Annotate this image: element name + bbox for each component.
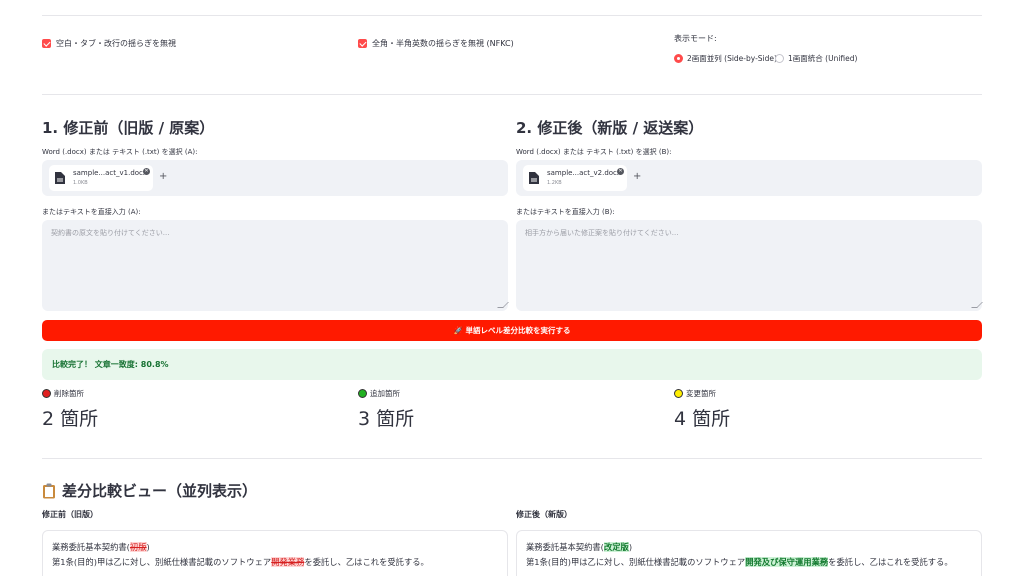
diff-text: ) <box>146 542 150 552</box>
red-circle-icon <box>42 389 51 398</box>
ignore-whitespace-label: 空白・タブ・改行の揺らぎを無視 <box>56 39 176 48</box>
diff-text: 第1条(目的)甲は乙に対し、別紙仕様書記載のソフトウェア <box>52 557 272 567</box>
remove-file-icon[interactable]: ✕ <box>617 168 624 175</box>
inserted-text: 開発及び保守運用業務 <box>745 557 829 567</box>
success-text: 比較完了！ 文章一致度: 80.8% <box>52 360 169 369</box>
top-divider <box>42 15 982 16</box>
file-icon <box>529 172 539 184</box>
yellow-circle-icon <box>674 389 683 398</box>
before-section-title: 1. 修正前（旧版 / 原案） <box>42 119 215 137</box>
ignore-whitespace-checkbox[interactable]: 空白・タブ・改行の揺らぎを無視 <box>42 38 176 49</box>
after-file-chip: sample...act_v2.docx 1.2KB ✕ <box>523 165 627 191</box>
run-diff-button[interactable]: 🚀 単語レベル差分比較を実行する <box>42 320 982 341</box>
ignore-width-checkbox[interactable]: 全角・半角英数の揺らぎを無視 (NFKC) <box>358 38 514 49</box>
options-row: 空白・タブ・改行の揺らぎを無視 全角・半角英数の揺らぎを無視 (NFKC) 表示… <box>42 34 982 76</box>
added-value: 3 箇所 <box>358 408 415 430</box>
diff-text: を委託し、乙はこれを受託する。 <box>304 557 429 567</box>
mode-unified-label: 1画面統合 (Unified) <box>788 54 858 63</box>
file-icon <box>55 172 65 184</box>
inserted-text: 改定版 <box>603 542 629 552</box>
diff-text: 業務委託基本契約書( <box>526 542 604 552</box>
right-column-head: 修正後（新版） <box>516 510 572 519</box>
changed-value: 4 箇所 <box>674 408 731 430</box>
deleted-text: 初版 <box>129 542 147 552</box>
ignore-width-label: 全角・半角英数の揺らぎを無視 (NFKC) <box>372 39 514 48</box>
clipboard-icon <box>43 483 55 498</box>
diff-line: 業務委託基本契約書(初版) <box>52 540 498 555</box>
after-file-uploader[interactable]: sample...act_v2.docx 1.2KB ✕ + <box>516 160 982 196</box>
before-file-uploader[interactable]: sample...act_v1.docx 1.0KB ✕ + <box>42 160 508 196</box>
added-label: 追加箇所 <box>370 389 400 398</box>
deleted-label: 削除箇所 <box>54 389 84 398</box>
diff-text: 業務委託基本契約書( <box>52 542 130 552</box>
checkbox-checked-icon <box>358 39 367 48</box>
right-diff-pane: 業務委託基本契約書(改定版) 第1条(目的)甲は乙に対し、別紙仕様書記載のソフト… <box>516 530 982 576</box>
left-column-head: 修正前（旧版） <box>42 510 98 519</box>
diff-line: 第1条(目的)甲は乙に対し、別紙仕様書記載のソフトウェア開発業務を委託し、乙はこ… <box>52 555 498 570</box>
mode-side-label: 2画面並列 (Side-by-Side) <box>687 54 777 63</box>
after-file-size: 1.2KB <box>547 180 562 186</box>
mode-side-radio[interactable]: 2画面並列 (Side-by-Side) <box>674 53 777 64</box>
diff-text: を委託し、乙はこれを受託する。 <box>828 557 953 567</box>
after-file-name: sample...act_v2.docx <box>547 169 622 177</box>
deleted-text: 開発業務 <box>271 557 305 567</box>
after-file-label: Word (.docx) または テキスト (.txt) を選択 (B): <box>516 148 672 156</box>
diff-text: ) <box>628 542 633 552</box>
before-file-label: Word (.docx) または テキスト (.txt) を選択 (A): <box>42 148 198 156</box>
options-divider <box>42 94 982 95</box>
after-text-input[interactable] <box>516 220 982 311</box>
mode-unified-radio[interactable]: 1画面統合 (Unified) <box>775 53 857 64</box>
metric-changed: 変更箇所 4 箇所 <box>674 388 730 431</box>
after-section-title: 2. 修正後（新版 / 返送案） <box>516 119 704 137</box>
diff-line: 第1条(目的)甲は乙に対し、別紙仕様書記載のソフトウェア開発及び保守運用業務を委… <box>526 555 972 570</box>
metrics-divider <box>42 458 982 459</box>
after-text-label: またはテキストを直接入力 (B): <box>516 208 615 216</box>
metric-added: 追加箇所 3 箇所 <box>358 388 414 431</box>
remove-file-icon[interactable]: ✕ <box>143 168 150 175</box>
green-circle-icon <box>358 389 367 398</box>
before-file-name: sample...act_v1.docx <box>73 169 148 177</box>
diff-view-title: 差分比較ビュー（並列表示） <box>42 480 257 501</box>
before-text-input[interactable] <box>42 220 508 311</box>
radio-unselected-icon <box>775 54 784 63</box>
before-file-chip: sample...act_v1.docx 1.0KB ✕ <box>49 165 153 191</box>
add-file-icon[interactable]: + <box>633 171 641 182</box>
radio-selected-icon <box>674 54 683 63</box>
add-file-icon[interactable]: + <box>159 171 167 182</box>
diff-text: 第1条(目的)甲は乙に対し、別紙仕様書記載のソフトウェア <box>526 557 746 567</box>
display-mode-label: 表示モード: <box>674 34 717 43</box>
before-text-label: またはテキストを直接入力 (A): <box>42 208 141 216</box>
before-file-size: 1.0KB <box>73 180 88 186</box>
left-diff-pane: 業務委託基本契約書(初版) 第1条(目的)甲は乙に対し、別紙仕様書記載のソフトウ… <box>42 530 508 576</box>
metric-deleted: 削除箇所 2 箇所 <box>42 388 98 431</box>
diff-line: 業務委託基本契約書(改定版) <box>526 540 972 555</box>
changed-label: 変更箇所 <box>686 389 716 398</box>
success-message: 比較完了！ 文章一致度: 80.8% <box>42 349 982 380</box>
checkbox-checked-icon <box>42 39 51 48</box>
diff-view-title-text: 差分比較ビュー（並列表示） <box>62 482 258 500</box>
deleted-value: 2 箇所 <box>42 408 99 430</box>
